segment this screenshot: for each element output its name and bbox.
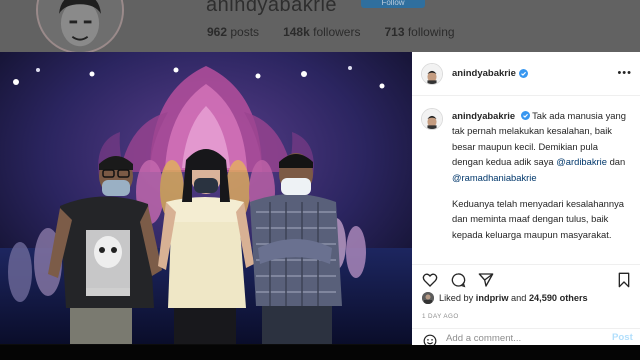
follow-button[interactable]: Follow (361, 0, 425, 8)
stat-posts-count: 962 (207, 25, 228, 39)
post-side-panel: anindyabakrie ••• anindyabakrie Tak ada … (412, 52, 640, 348)
caption-paragraph-1: anindyabakrie Tak ada manusia yang tak p… (452, 108, 630, 185)
stat-following-count: 713 (384, 25, 405, 39)
profile-stats: 962 posts 148k followers 713 following (207, 25, 479, 39)
comment-input[interactable] (446, 331, 596, 345)
header-avatar[interactable] (421, 62, 443, 85)
caption-paragraph-2: Keduanya telah menyadari kesalahannya da… (452, 198, 624, 240)
mention-ardibakrie[interactable]: @ardibakrie (556, 156, 607, 167)
liker-avatar[interactable] (422, 292, 434, 304)
stat-posts: 962 posts (207, 25, 259, 39)
comment-icon[interactable] (450, 272, 466, 288)
post-timestamp[interactable]: 1 DAY AGO (422, 313, 459, 320)
stat-following-label: following (407, 25, 455, 39)
bookmark-icon[interactable] (616, 272, 632, 288)
action-bar (412, 264, 640, 290)
mention-ramadhaniabakrie[interactable]: @ramadhaniabakrie (452, 172, 537, 183)
profile-avatar[interactable] (36, 0, 124, 54)
post-caption: anindyabakrie Tak ada manusia yang tak p… (421, 108, 633, 242)
instagram-post-modal: anindyabakrie Follow 962 posts 148k foll… (0, 0, 640, 360)
heart-icon[interactable] (422, 272, 438, 288)
likes-summary: Liked by indpriw and 24,590 others (422, 292, 588, 304)
caption-body: anindyabakrie Tak ada manusia yang tak p… (452, 108, 630, 242)
profile-username: anindyabakrie (206, 0, 338, 16)
comment-bar: Post (412, 328, 640, 348)
post-comment-button[interactable]: Post (612, 332, 633, 343)
bottom-backdrop (0, 345, 640, 360)
stat-following[interactable]: 713 following (384, 25, 454, 39)
stat-followers[interactable]: 148k followers (283, 25, 360, 39)
post-photo[interactable] (0, 52, 412, 344)
likes-prefix: Liked by (439, 293, 474, 303)
likes-others[interactable]: 24,590 others (529, 293, 588, 303)
stat-followers-count: 148k (283, 25, 310, 39)
stat-posts-label: posts (230, 25, 260, 39)
more-options-icon[interactable]: ••• (617, 67, 632, 79)
caption-verified-badge-icon (520, 111, 530, 120)
share-icon[interactable] (478, 272, 494, 288)
profile-header-backdrop: anindyabakrie Follow 962 posts 148k foll… (0, 0, 640, 54)
caption-avatar[interactable] (421, 108, 443, 130)
stat-followers-label: followers (313, 25, 361, 39)
verified-badge-icon (518, 69, 528, 78)
caption-connector: dan (609, 156, 626, 168)
likes-and: and (511, 293, 527, 303)
header-username[interactable]: anindyabakrie (452, 68, 516, 79)
liker-username[interactable]: indpriw (476, 293, 509, 303)
post-header: anindyabakrie ••• (412, 52, 640, 96)
caption-username[interactable]: anindyabakrie (452, 110, 515, 121)
